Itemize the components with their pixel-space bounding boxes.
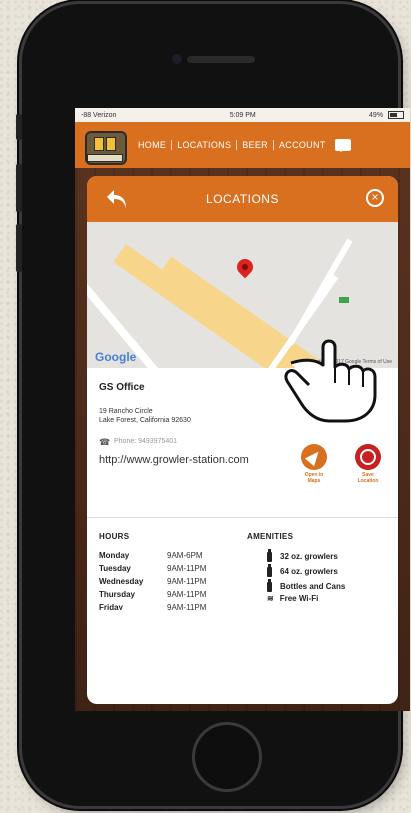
amenities-column: AMENITIES 32 oz. growlers 64 oz. growler… [247, 532, 386, 610]
front-camera [172, 54, 182, 64]
save-location-button[interactable]: Save Location [355, 444, 381, 484]
navigate-icon [301, 444, 327, 470]
logo-ribbon [87, 154, 123, 162]
status-bar: -88 Verizon 5:09 PM 49% [75, 108, 410, 122]
nav-links: HOME LOCATIONS BEER ACCOUNT [133, 140, 331, 150]
nav-home[interactable]: HOME [133, 140, 173, 150]
hours-row: Tuesday 9AM-11PM [99, 562, 239, 575]
battery-indicator: 49% [369, 111, 404, 119]
battery-percent: 49% [369, 111, 384, 119]
top-nav: HOME LOCATIONS BEER ACCOUNT [75, 122, 410, 168]
carrier-label: -88 Verizon [81, 111, 117, 119]
phone-row[interactable]: ☎ Phone: 9493975401 [99, 437, 386, 447]
location-modal: LOCATIONS × Google Map data ©2017 Google… [87, 176, 398, 704]
details-section: HOURS Monday 9AM-6PM Tuesday 9AM-11PM Wedn… [87, 518, 398, 610]
target-icon [355, 444, 381, 470]
modal-header: LOCATIONS × [87, 176, 398, 222]
wifi-icon: ≋ [267, 594, 274, 603]
hours-day: Friday [99, 603, 124, 610]
growler-icon [267, 563, 272, 577]
hours-time: 9AM-11PM [167, 590, 207, 599]
highway-shield [339, 297, 349, 303]
volume-up-button [16, 164, 22, 212]
modal-title: LOCATIONS [206, 192, 279, 206]
pointing-hand-icon [284, 339, 377, 423]
map-street [287, 238, 353, 346]
amenity-label: 64 oz. growlers [280, 567, 338, 576]
hours-time: 9AM-11PM [167, 577, 207, 586]
hours-time: 9AM-11PM [167, 564, 207, 573]
hours-row: Thursday 9AM-11PM [99, 588, 239, 601]
growler-icon [267, 548, 272, 562]
home-button[interactable] [192, 722, 262, 792]
hours-day: Wednesday [99, 577, 144, 586]
earpiece-speaker [187, 56, 255, 63]
phone-number: Phone: 9493975401 [114, 438, 178, 445]
amenities-heading: AMENITIES [247, 532, 294, 541]
amenity-item: Bottles and Cans [267, 578, 386, 594]
mute-switch [16, 114, 22, 140]
amenity-item: 32 oz. growlers [267, 548, 386, 564]
hours-row: Wednesday 9AM-11PM [99, 575, 239, 588]
save-location-label: Save Location [357, 472, 379, 484]
app-logo[interactable] [81, 125, 127, 165]
hours-row: Monday 9AM-6PM [99, 549, 239, 562]
phone-icon: ☎ [99, 437, 111, 447]
logo-growler [106, 137, 116, 151]
battery-icon [388, 111, 404, 119]
nav-account[interactable]: ACCOUNT [274, 140, 331, 150]
hours-day: Tuesday [99, 564, 131, 573]
hours-day: Monday [99, 551, 130, 560]
website-link[interactable]: http://www.growler-station.com [99, 454, 386, 466]
open-in-maps-label: Open in Maps [304, 472, 324, 484]
amenity-label: Bottles and Cans [280, 582, 346, 591]
google-logo: Google [95, 350, 137, 364]
back-arrow-icon[interactable] [105, 188, 129, 210]
hours-time: 9AM-6PM [167, 551, 203, 560]
chat-icon[interactable] [334, 139, 351, 152]
nav-beer[interactable]: BEER [237, 140, 274, 150]
amenity-label: 32 oz. growlers [280, 552, 338, 561]
nav-locations[interactable]: LOCATIONS [172, 140, 238, 150]
hours-column: HOURS Monday 9AM-6PM Tuesday 9AM-11PM Wedn… [99, 532, 239, 610]
close-icon[interactable]: × [366, 189, 384, 207]
hours-day: Thursday [99, 590, 136, 599]
open-in-maps-button[interactable]: Open in Maps [301, 444, 327, 484]
amenity-item: 64 oz. growlers [267, 563, 386, 579]
hours-row: Friday 9AM-11PM [99, 601, 239, 610]
map-pin-icon[interactable] [233, 255, 257, 279]
bottle-icon [267, 578, 272, 592]
amenity-item: ≋ Free Wi-Fi [267, 594, 386, 603]
logo-growler [94, 137, 104, 151]
volume-down-button [16, 224, 22, 272]
clock: 5:09 PM [229, 111, 256, 119]
hours-time: 9AM-11PM [167, 603, 207, 610]
amenity-label: Free Wi-Fi [279, 594, 319, 603]
hours-heading: HOURS [99, 532, 130, 541]
